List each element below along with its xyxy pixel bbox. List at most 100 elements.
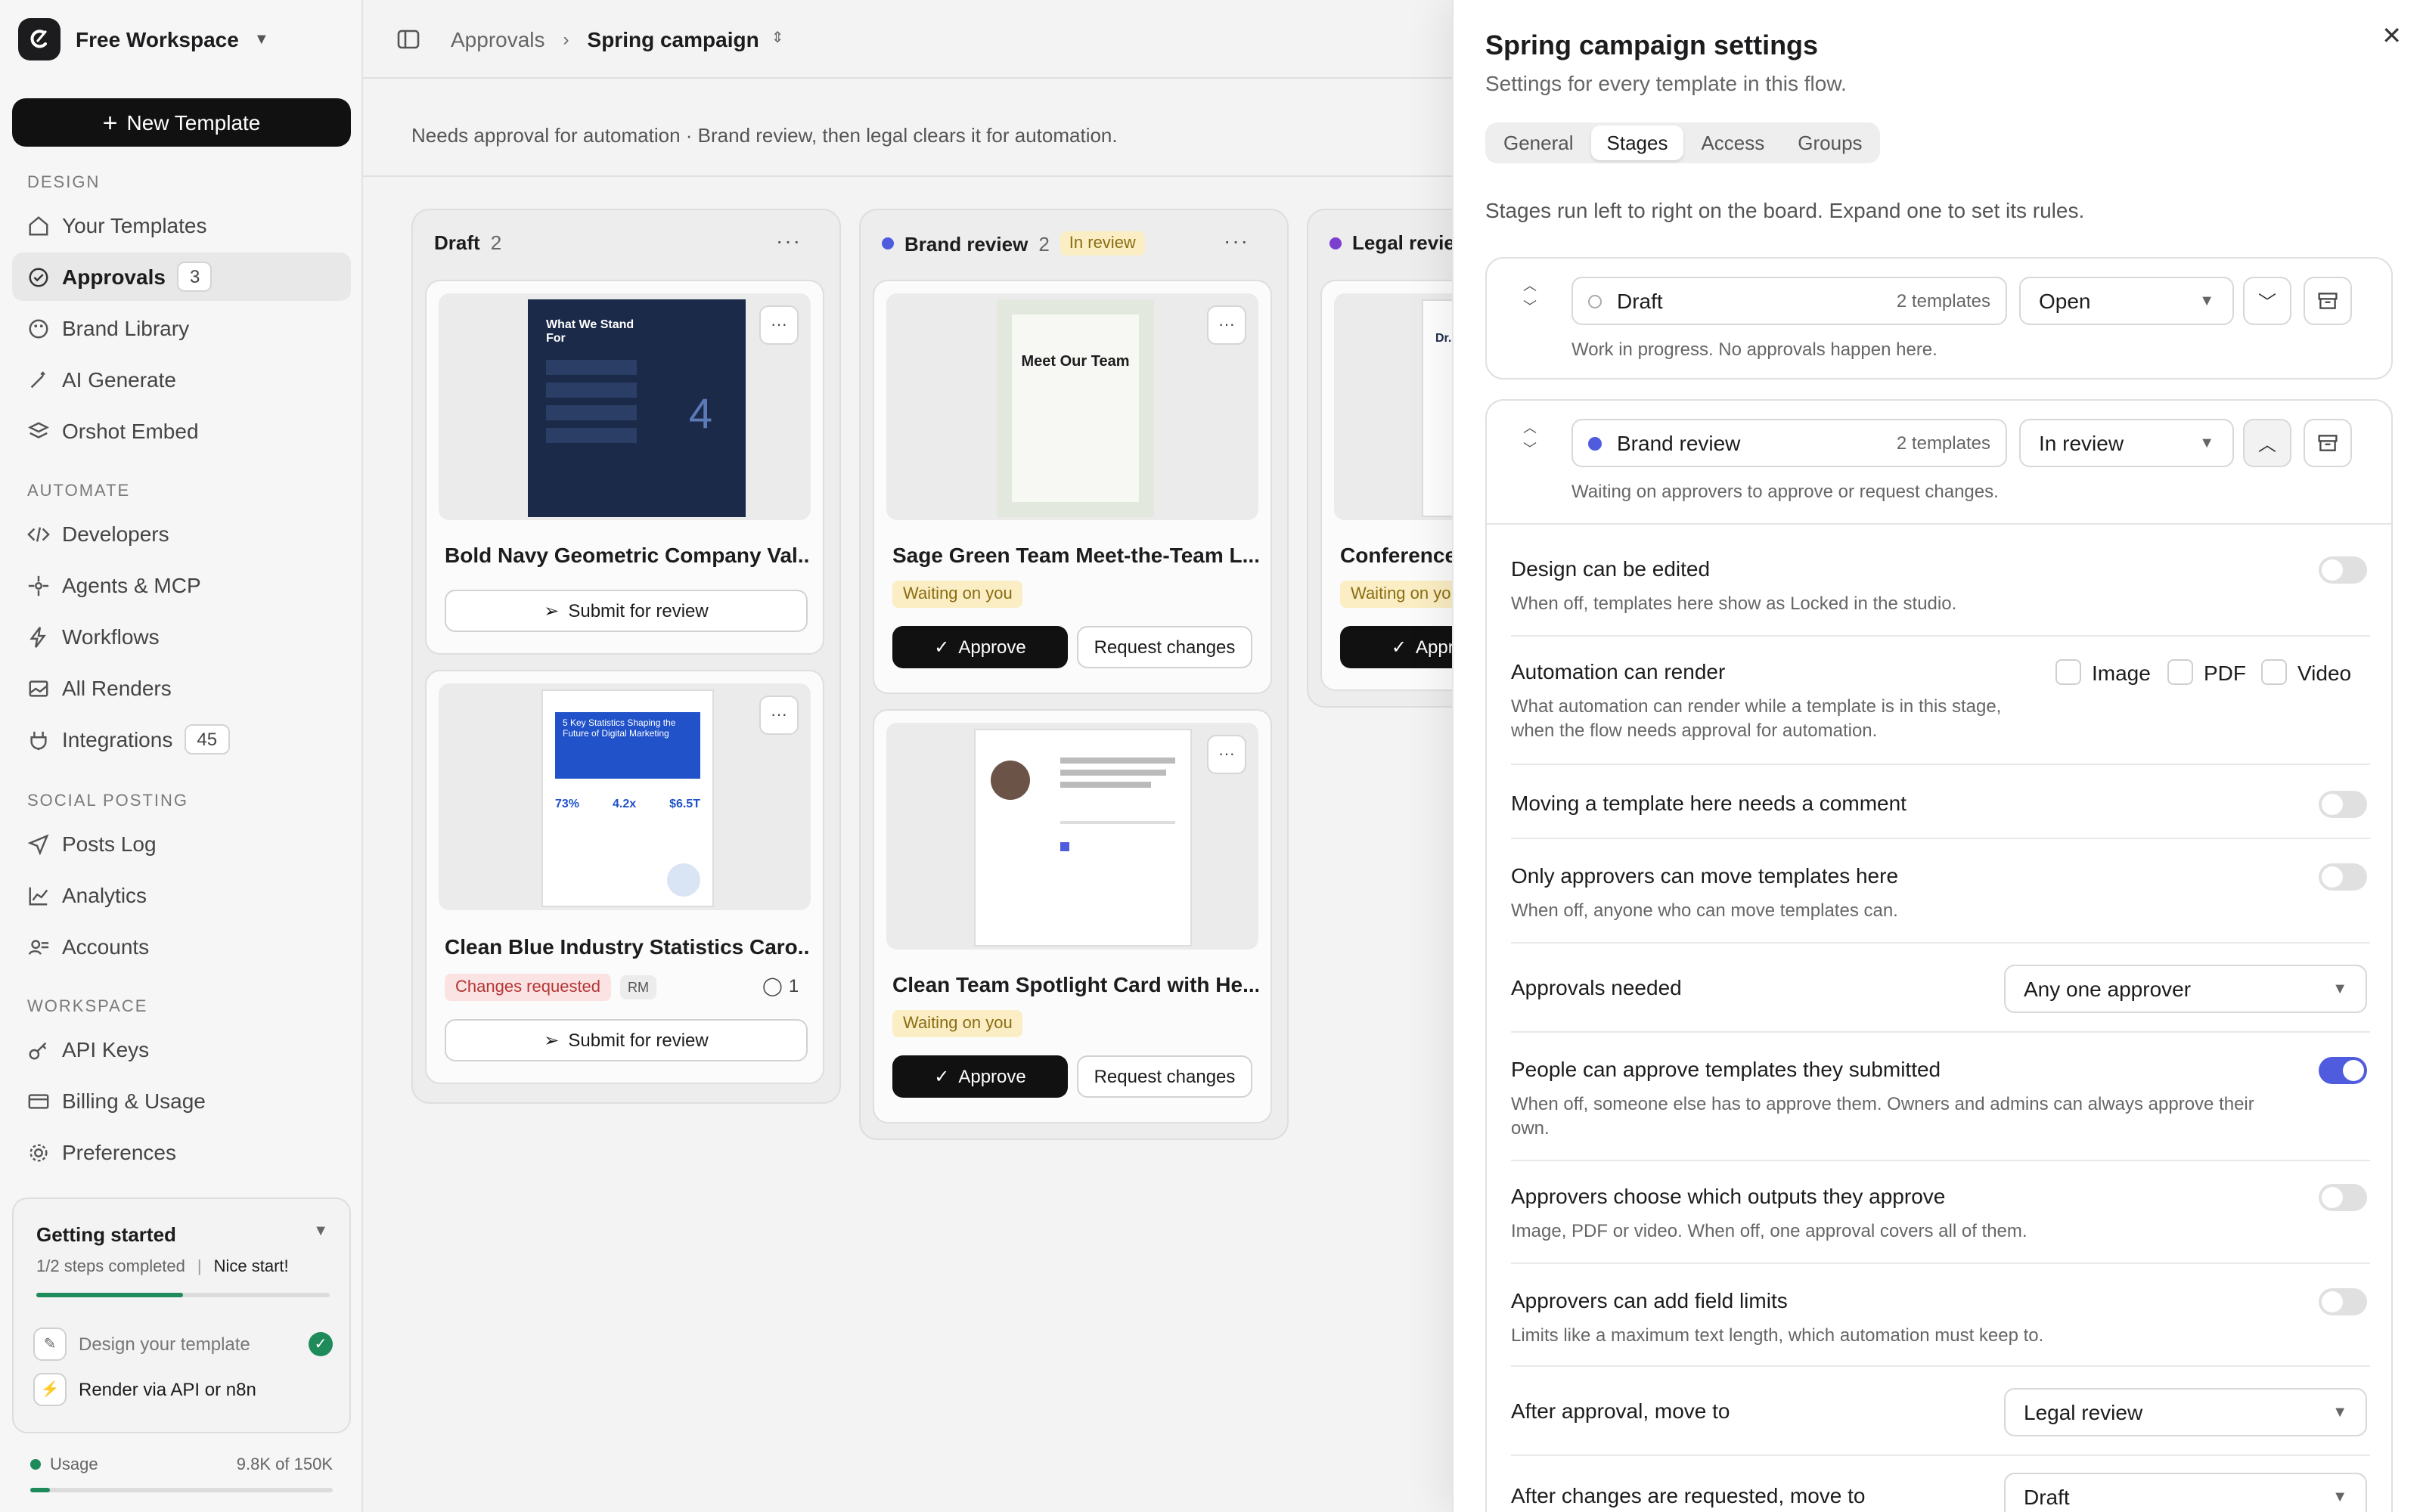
stage-status-select[interactable]: In review ▼ [2019,419,2234,467]
sidebar-item-all-renders[interactable]: All Renders [12,664,351,712]
sidebar-item-developers[interactable]: Developers [12,510,351,558]
send-icon: ➢ [544,1030,560,1051]
archive-stage-button[interactable] [2304,277,2352,325]
template-card[interactable]: Meet Our Team ··· Sage Green Team Meet-t… [873,280,1272,694]
sidebar-item-approvals[interactable]: Approvals 3 [12,253,351,301]
rule-label: Approvers choose which outputs they appr… [1511,1184,1946,1208]
flow-description: Needs approval for automation · Brand re… [411,124,1118,147]
stage-name-field[interactable]: Brand review 2 templates [1571,419,2007,467]
chevron-up-down-icon[interactable]: ⇕ [771,30,784,47]
sidebar-item-api-keys[interactable]: API Keys [12,1025,351,1074]
field-limits-toggle[interactable] [2319,1288,2367,1315]
getting-started-progress-text: 1/2 steps completed | Nice start! [36,1258,289,1276]
request-changes-button[interactable]: Request changes [1077,626,1252,668]
more-icon[interactable]: ··· [776,228,802,253]
breadcrumb-current[interactable]: Spring campaign [588,26,759,51]
chevron-up-icon[interactable]: ︿ [1523,278,1537,293]
sidebar-item-posts-log[interactable]: Posts Log [12,820,351,868]
progress-fill [36,1293,183,1297]
after-approval-select[interactable]: Legal review ▼ [2004,1388,2367,1436]
tab-groups[interactable]: Groups [1782,125,1877,160]
sidebar-item-your-templates[interactable]: Your Templates [12,201,351,249]
render-image-checkbox[interactable]: Image [2055,659,2151,685]
only-approvers-toggle[interactable] [2319,863,2367,891]
design-editable-toggle[interactable] [2319,556,2367,584]
sidebar-item-label: All Renders [62,676,172,700]
step-render-api[interactable]: ⚡ Render via API or n8n [33,1368,333,1411]
stage-name-field[interactable]: Draft 2 templates [1571,277,2007,325]
card-title: Sage Green Team Meet-the-Team L... [892,543,1258,567]
select-value: Legal review [2024,1400,2143,1424]
more-icon[interactable]: ··· [1224,228,1249,253]
breadcrumb-root[interactable]: Approvals [451,26,545,51]
chevron-down-icon[interactable]: ﹀ [1523,299,1537,314]
stage-brand-review: ︿ ﹀ Brand review 2 templates In review ▼ ︿… [1485,399,2393,1512]
rule-description: When off, someone else has to approve th… [1511,1093,2254,1139]
layers-icon [28,421,49,438]
sidebar-item-agents[interactable]: Agents & MCP [12,561,351,609]
divider [1511,1455,2370,1456]
collapse-stage-button[interactable]: ︿ [2243,419,2291,467]
request-changes-button[interactable]: Request changes [1077,1055,1252,1098]
chevron-down-icon[interactable]: ▼ [313,1223,328,1240]
card-more-button[interactable]: ··· [759,305,799,345]
tab-general[interactable]: General [1488,125,1589,160]
template-thumbnail: Meet Our Team ··· [886,293,1258,520]
thumb-navy: What We Stand For 4 [528,299,746,517]
reorder-arrows[interactable]: ︿ ﹀ [1523,275,1537,318]
checkbox-box [2167,659,2193,685]
render-pdf-checkbox[interactable]: PDF [2167,659,2246,685]
sidebar-item-workflows[interactable]: Workflows [12,612,351,661]
approvals-needed-select[interactable]: Any one approver ▼ [2004,965,2367,1013]
integrations-count-badge: 45 [185,724,230,754]
template-card[interactable]: 5 Key Statistics Shaping the Future of D… [425,670,824,1084]
sidebar-item-accounts[interactable]: Accounts [12,922,351,971]
chevron-up-icon[interactable]: ︿ [1523,420,1537,435]
usage-label: Usage [50,1456,98,1474]
archive-stage-button[interactable] [2304,419,2352,467]
sidebar-item-brand-library[interactable]: Brand Library [12,304,351,352]
app-screen: Free Workspace ▼ + New Template DESIGN Y… [0,0,2420,1512]
tab-stages[interactable]: Stages [1591,125,1683,160]
render-video-checkbox[interactable]: Video [2261,659,2351,685]
workspace-switcher[interactable]: Free Workspace ▼ [18,18,269,60]
close-icon[interactable]: ✕ [2381,21,2402,51]
approve-button[interactable]: ✓ Approve [892,1055,1068,1098]
step-design-template[interactable]: ✎ Design your template ✓ [33,1323,333,1365]
submit-for-review-button[interactable]: ➢ Submit for review [445,590,808,632]
comments-count[interactable]: ◯ 1 [762,975,799,996]
button-label: Request changes [1094,1066,1236,1087]
sidebar-item-analytics[interactable]: Analytics [12,871,351,919]
sidebar-item-billing[interactable]: Billing & Usage [12,1077,351,1125]
sidebar-item-integrations[interactable]: Integrations 45 [12,715,351,764]
card-more-button[interactable]: ··· [1207,305,1246,345]
template-card[interactable]: ··· Clean Team Spotlight Card with He...… [873,709,1272,1123]
approve-button[interactable]: ✓ Approve [892,626,1068,668]
template-card[interactable]: What We Stand For 4 ··· Bold Navy Geomet… [425,280,824,655]
new-template-label: New Template [126,110,261,135]
thumb-circle [667,863,700,897]
after-changes-select[interactable]: Draft ▼ [2004,1473,2367,1512]
chevron-down-icon: ▼ [2199,293,2214,309]
sidebar-item-ai-generate[interactable]: AI Generate [12,355,351,404]
reorder-arrows[interactable]: ︿ ﹀ [1523,417,1537,460]
stage-status-select[interactable]: Open ▼ [2019,277,2234,325]
comment-required-toggle[interactable] [2319,791,2367,818]
rule-label: People can approve templates they submit… [1511,1057,1941,1081]
sidebar-item-orshot-embed[interactable]: Orshot Embed [12,407,351,455]
new-template-button[interactable]: + New Template [12,98,351,147]
thumb-heading: 5 Key Statistics Shaping the Future of D… [555,712,700,779]
choose-outputs-toggle[interactable] [2319,1184,2367,1211]
chevron-down-icon[interactable]: ﹀ [1523,442,1537,457]
card-more-button[interactable]: ··· [1207,735,1246,774]
sidebar-item-preferences[interactable]: Preferences [12,1128,351,1176]
sidebar-toggle-icon[interactable] [396,26,420,51]
card-more-button[interactable]: ··· [759,696,799,735]
archive-icon [2318,293,2338,309]
self-approve-toggle[interactable] [2319,1057,2367,1084]
expand-stage-button[interactable]: ﹀ [2243,277,2291,325]
column-title: Legal revie [1352,231,1455,254]
submit-for-review-button[interactable]: ➢ Submit for review [445,1019,808,1061]
rule-label: Automation can render [1511,659,1726,683]
tab-access[interactable]: Access [1686,125,1779,160]
